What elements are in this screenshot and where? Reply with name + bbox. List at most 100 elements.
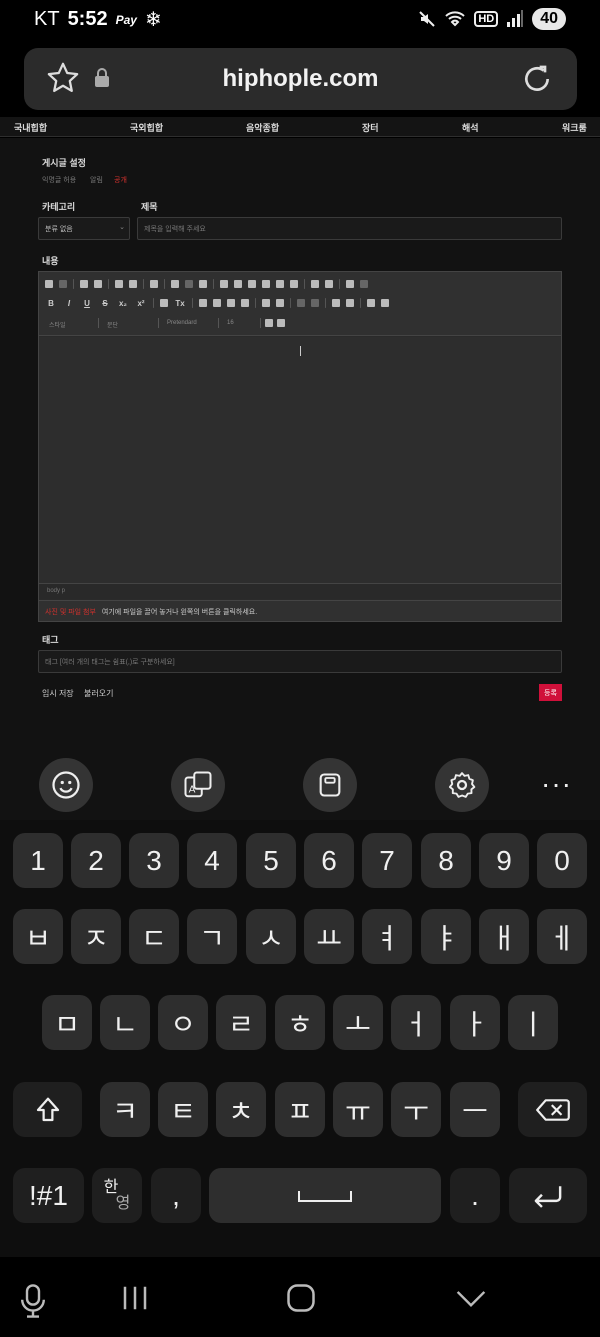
emoji-button[interactable]: [39, 758, 93, 812]
replace-icon[interactable]: [129, 280, 137, 288]
option-public[interactable]: 공개: [114, 175, 127, 185]
outdent-icon[interactable]: [297, 299, 305, 307]
reload-icon[interactable]: [521, 62, 553, 96]
style-combo[interactable]: 스타일: [45, 318, 99, 329]
recent-apps-icon[interactable]: [120, 1283, 150, 1313]
key-u[interactable]: ㅜ: [391, 1082, 441, 1137]
smiley-icon[interactable]: [262, 280, 270, 288]
key-2[interactable]: 2: [71, 833, 121, 888]
submit-button[interactable]: 등록: [539, 684, 562, 701]
file-attach-bar[interactable]: 사진 및 파일 첨부 여기에 파일을 끌어 놓거나 왼쪽의 버튼을 클릭하세요.: [38, 600, 562, 622]
key-i[interactable]: ㅣ: [508, 995, 558, 1050]
symbols-key[interactable]: !#1: [13, 1168, 84, 1223]
size-combo[interactable]: 16: [223, 318, 261, 328]
align-left-icon[interactable]: [199, 299, 207, 307]
shift-key[interactable]: [13, 1082, 82, 1137]
load-button[interactable]: 불러오기: [84, 688, 113, 699]
key-nieun[interactable]: ㄴ: [100, 995, 150, 1050]
paste-word-icon[interactable]: [94, 280, 102, 288]
anchor-icon[interactable]: [199, 280, 207, 288]
category-select[interactable]: 분류 없음 ⌄: [38, 217, 130, 240]
key-eo[interactable]: ㅓ: [391, 995, 441, 1050]
nav-item-domestic[interactable]: 국내힙합: [14, 121, 47, 134]
subject-input[interactable]: 제목을 입력해 주세요: [137, 217, 562, 240]
key-6[interactable]: 6: [304, 833, 354, 888]
remove-format-icon[interactable]: [150, 280, 158, 288]
italic-button[interactable]: I: [63, 299, 75, 308]
key-tieut[interactable]: ㅌ: [158, 1082, 208, 1137]
key-pieup[interactable]: ㅍ: [275, 1082, 325, 1137]
key-chieut[interactable]: ㅊ: [216, 1082, 266, 1137]
attach-files-button[interactable]: 사진 및 파일 첨부: [45, 609, 96, 616]
microphone-icon[interactable]: [18, 1283, 48, 1319]
key-digeut[interactable]: ㄷ: [129, 909, 179, 964]
key-kieuk[interactable]: ㅋ: [100, 1082, 150, 1137]
unlink-icon[interactable]: [185, 280, 193, 288]
find-icon[interactable]: [115, 280, 123, 288]
align-justify-icon[interactable]: [241, 299, 249, 307]
undo-icon[interactable]: [45, 280, 53, 288]
redo-icon[interactable]: [59, 280, 67, 288]
bullet-list-icon[interactable]: [276, 299, 284, 307]
nav-item-translation[interactable]: 해석: [462, 121, 479, 134]
key-8[interactable]: 8: [421, 833, 471, 888]
div-container-icon[interactable]: [346, 299, 354, 307]
key-yeo[interactable]: ㅕ: [362, 909, 412, 964]
align-right-icon[interactable]: [227, 299, 235, 307]
key-7[interactable]: 7: [362, 833, 412, 888]
translate-button[interactable]: A: [171, 758, 225, 812]
indent-icon[interactable]: [311, 299, 319, 307]
key-ae[interactable]: ㅐ: [479, 909, 529, 964]
key-ieung[interactable]: ㅇ: [158, 995, 208, 1050]
source-icon[interactable]: [346, 280, 354, 288]
strike-button[interactable]: S: [99, 299, 111, 308]
underline-button[interactable]: U: [81, 299, 93, 308]
key-siot[interactable]: ㅅ: [246, 909, 296, 964]
bg-color-icon[interactable]: [277, 319, 285, 327]
clipboard-button[interactable]: [303, 758, 357, 812]
key-1[interactable]: 1: [13, 833, 63, 888]
key-5[interactable]: 5: [246, 833, 296, 888]
temp-save-button[interactable]: 임시 저장: [42, 688, 74, 699]
nav-item-market[interactable]: 장터: [362, 121, 379, 134]
address-bar[interactable]: hiphople.com: [24, 48, 577, 110]
bold-button[interactable]: B: [45, 299, 57, 308]
option-anonymous[interactable]: 익명글 허용: [42, 175, 76, 185]
key-hieut[interactable]: ㅎ: [275, 995, 325, 1050]
special-char-icon[interactable]: [276, 280, 284, 288]
paste-text-icon[interactable]: [80, 280, 88, 288]
hide-keyboard-icon[interactable]: [454, 1283, 488, 1313]
horizontal-rule-icon[interactable]: [248, 280, 256, 288]
comma-key[interactable]: ,: [151, 1168, 201, 1223]
nav-item-music[interactable]: 음악종합: [246, 121, 279, 134]
align-center-icon[interactable]: [213, 299, 221, 307]
key-mieum[interactable]: ㅁ: [42, 995, 92, 1050]
show-blocks-icon[interactable]: [325, 280, 333, 288]
language-switch-key[interactable]: 한 영: [92, 1168, 142, 1223]
key-bieup[interactable]: ㅂ: [13, 909, 63, 964]
key-9[interactable]: 9: [479, 833, 529, 888]
font-combo[interactable]: Pretendard: [163, 318, 219, 328]
image-icon[interactable]: [220, 280, 228, 288]
key-jieut[interactable]: ㅈ: [71, 909, 121, 964]
backspace-key[interactable]: [518, 1082, 587, 1137]
link-icon[interactable]: [171, 280, 179, 288]
blockquote-icon[interactable]: [332, 299, 340, 307]
url-text[interactable]: hiphople.com: [24, 65, 577, 93]
key-0[interactable]: 0: [537, 833, 587, 888]
rtl-icon[interactable]: [381, 299, 389, 307]
editor-content-area[interactable]: [39, 337, 561, 583]
settings-button[interactable]: [435, 758, 489, 812]
key-4[interactable]: 4: [187, 833, 237, 888]
key-o[interactable]: ㅗ: [333, 995, 383, 1050]
page-break-icon[interactable]: [290, 280, 298, 288]
nav-item-foreign[interactable]: 국외힙합: [130, 121, 163, 134]
superscript-button[interactable]: x²: [135, 299, 147, 308]
maximize-icon[interactable]: [311, 280, 319, 288]
table-icon[interactable]: [234, 280, 242, 288]
more-options-icon[interactable]: ···: [541, 768, 572, 800]
nav-item-workroom[interactable]: 워크룸: [562, 121, 587, 134]
period-key[interactable]: .: [450, 1168, 500, 1223]
clear-format-button[interactable]: Tx: [174, 299, 186, 308]
key-eu[interactable]: ㅡ: [450, 1082, 500, 1137]
